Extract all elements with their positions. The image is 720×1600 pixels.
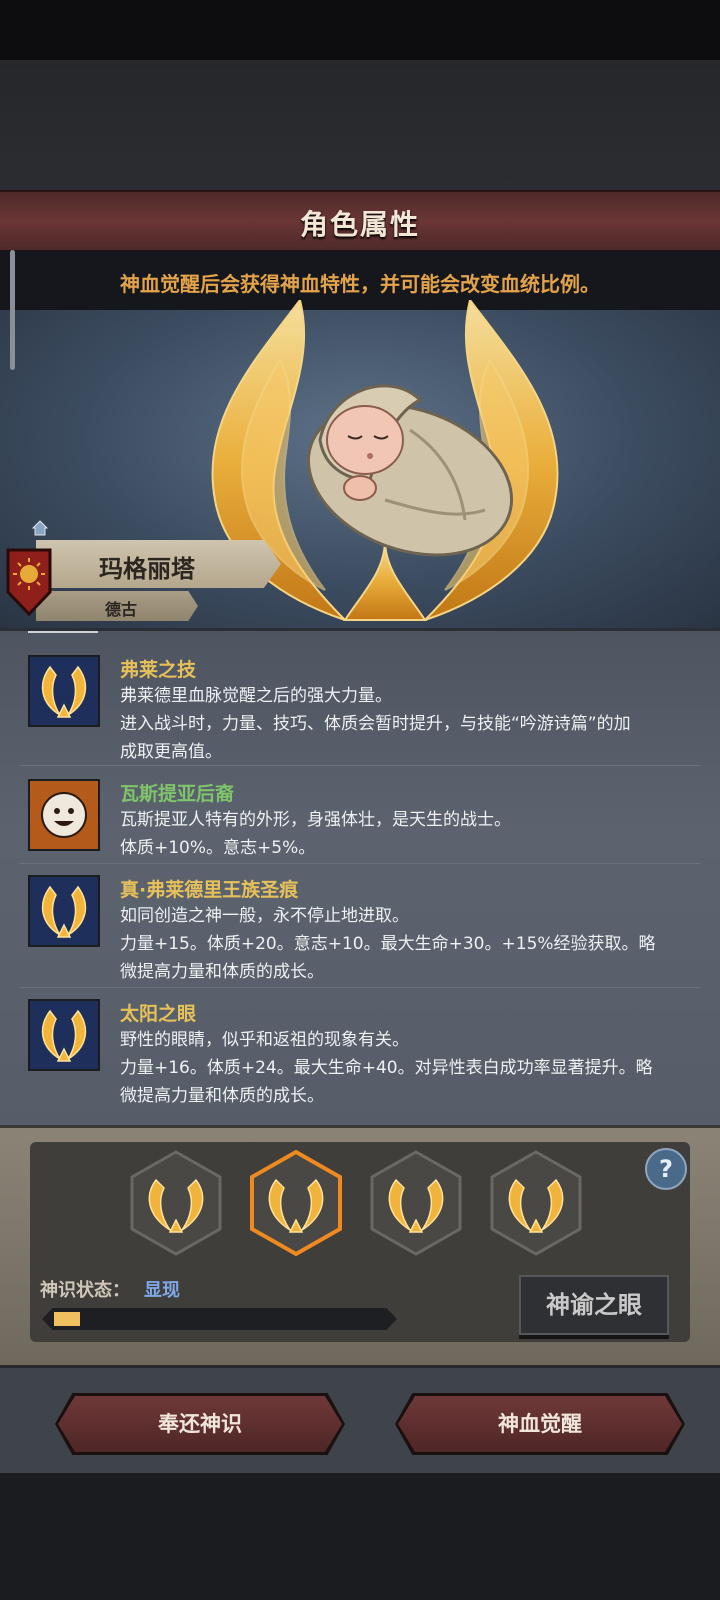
divinity-status-label: 神识状态： xyxy=(40,1280,130,1301)
trait-line: 如同创造之神一般，永不停止地进取。 xyxy=(120,906,409,926)
trait-description: 弗莱德里血脉觉醒之后的强大力量。 进入战斗时，力量、技巧、体质会暂时提升，与技能… xyxy=(120,682,690,766)
character-name: 玛格丽塔 xyxy=(99,555,195,583)
trait-description: 野性的眼睛，似乎和返祖的现象有关。 力量+16。体质+24。最大生命+40。对异… xyxy=(120,1026,690,1110)
flame-wreath-icon xyxy=(28,655,100,727)
divinity-status-value: 显现 xyxy=(144,1280,180,1301)
divinity-progress-bar xyxy=(42,1308,397,1330)
divinity-slot-2-selected[interactable] xyxy=(250,1150,342,1256)
divider xyxy=(20,863,700,864)
baby-portrait xyxy=(306,384,514,557)
trait-description: 瓦斯提亚人特有的外形，身强体壮，是天生的战士。 体质+10%。意志+5%。 xyxy=(120,806,690,862)
divinity-slot-3[interactable] xyxy=(370,1150,462,1256)
smiley-face-icon xyxy=(28,779,100,851)
oracle-eye-button[interactable]: 神谕之眼 xyxy=(519,1275,669,1335)
bottom-bar xyxy=(0,1473,720,1600)
divider xyxy=(20,987,700,988)
trait-line: 力量+15。体质+20。意志+10。最大生命+30。+15%经验获取。略 xyxy=(120,934,656,954)
trait-list[interactable]: 弗莱之技 弗莱德里血脉觉醒之后的强大力量。 进入战斗时，力量、技巧、体质会暂时提… xyxy=(0,628,720,1131)
divider xyxy=(20,765,700,766)
trait-name: 太阳之眼 xyxy=(120,1003,197,1025)
divinity-slot-4[interactable] xyxy=(490,1150,582,1256)
character-lineage: 德古 xyxy=(104,600,137,619)
flame-wreath-icon xyxy=(28,999,100,1071)
flame-wreath-icon xyxy=(28,875,100,947)
trait-line: 成取更高值。 xyxy=(120,742,222,762)
page-title: 角色属性 xyxy=(299,208,420,241)
top-bar xyxy=(0,0,720,60)
trait-name: 真·弗莱德里王族圣痕 xyxy=(120,879,299,901)
trait-line: 力量+16。体质+24。最大生命+40。对异性表白成功率显著提升。略 xyxy=(120,1058,653,1078)
hint-text: 神血觉醒后会获得神血特性，并可能会改变血统比例。 xyxy=(120,272,600,296)
trait-name: 弗莱之技 xyxy=(120,659,197,681)
house-icon xyxy=(31,520,49,536)
trait-line: 微提高力量和体质的成长。 xyxy=(120,1086,324,1106)
top-gap xyxy=(0,60,720,190)
scroll-indicator xyxy=(28,631,98,633)
blood-awaken-button[interactable]: 神血觉醒 xyxy=(398,1396,682,1452)
divinity-slot-1[interactable] xyxy=(130,1150,222,1256)
trait-line: 进入战斗时，力量、技巧、体质会暂时提升，与技能“吟游诗篇”的加 xyxy=(120,714,631,734)
sun-crest-icon xyxy=(6,548,52,616)
trait-line: 瓦斯提亚人特有的外形，身强体壮，是天生的战士。 xyxy=(120,810,511,830)
trait-name: 瓦斯提亚后裔 xyxy=(120,783,235,805)
return-divinity-button[interactable]: 奉还神识 xyxy=(58,1396,342,1452)
divinity-progress-fill xyxy=(54,1312,80,1326)
trait-line: 弗莱德里血脉觉醒之后的强大力量。 xyxy=(120,686,392,706)
scrollbar[interactable] xyxy=(10,250,15,370)
trait-description: 如同创造之神一般，永不停止地进取。 力量+15。体质+20。意志+10。最大生命… xyxy=(120,902,690,986)
trait-line: 野性的眼睛，似乎和返祖的现象有关。 xyxy=(120,1030,409,1050)
trait-line: 微提高力量和体质的成长。 xyxy=(120,962,324,982)
help-button[interactable]: ? xyxy=(645,1148,687,1190)
trait-line: 体质+10%。意志+5%。 xyxy=(120,838,316,858)
